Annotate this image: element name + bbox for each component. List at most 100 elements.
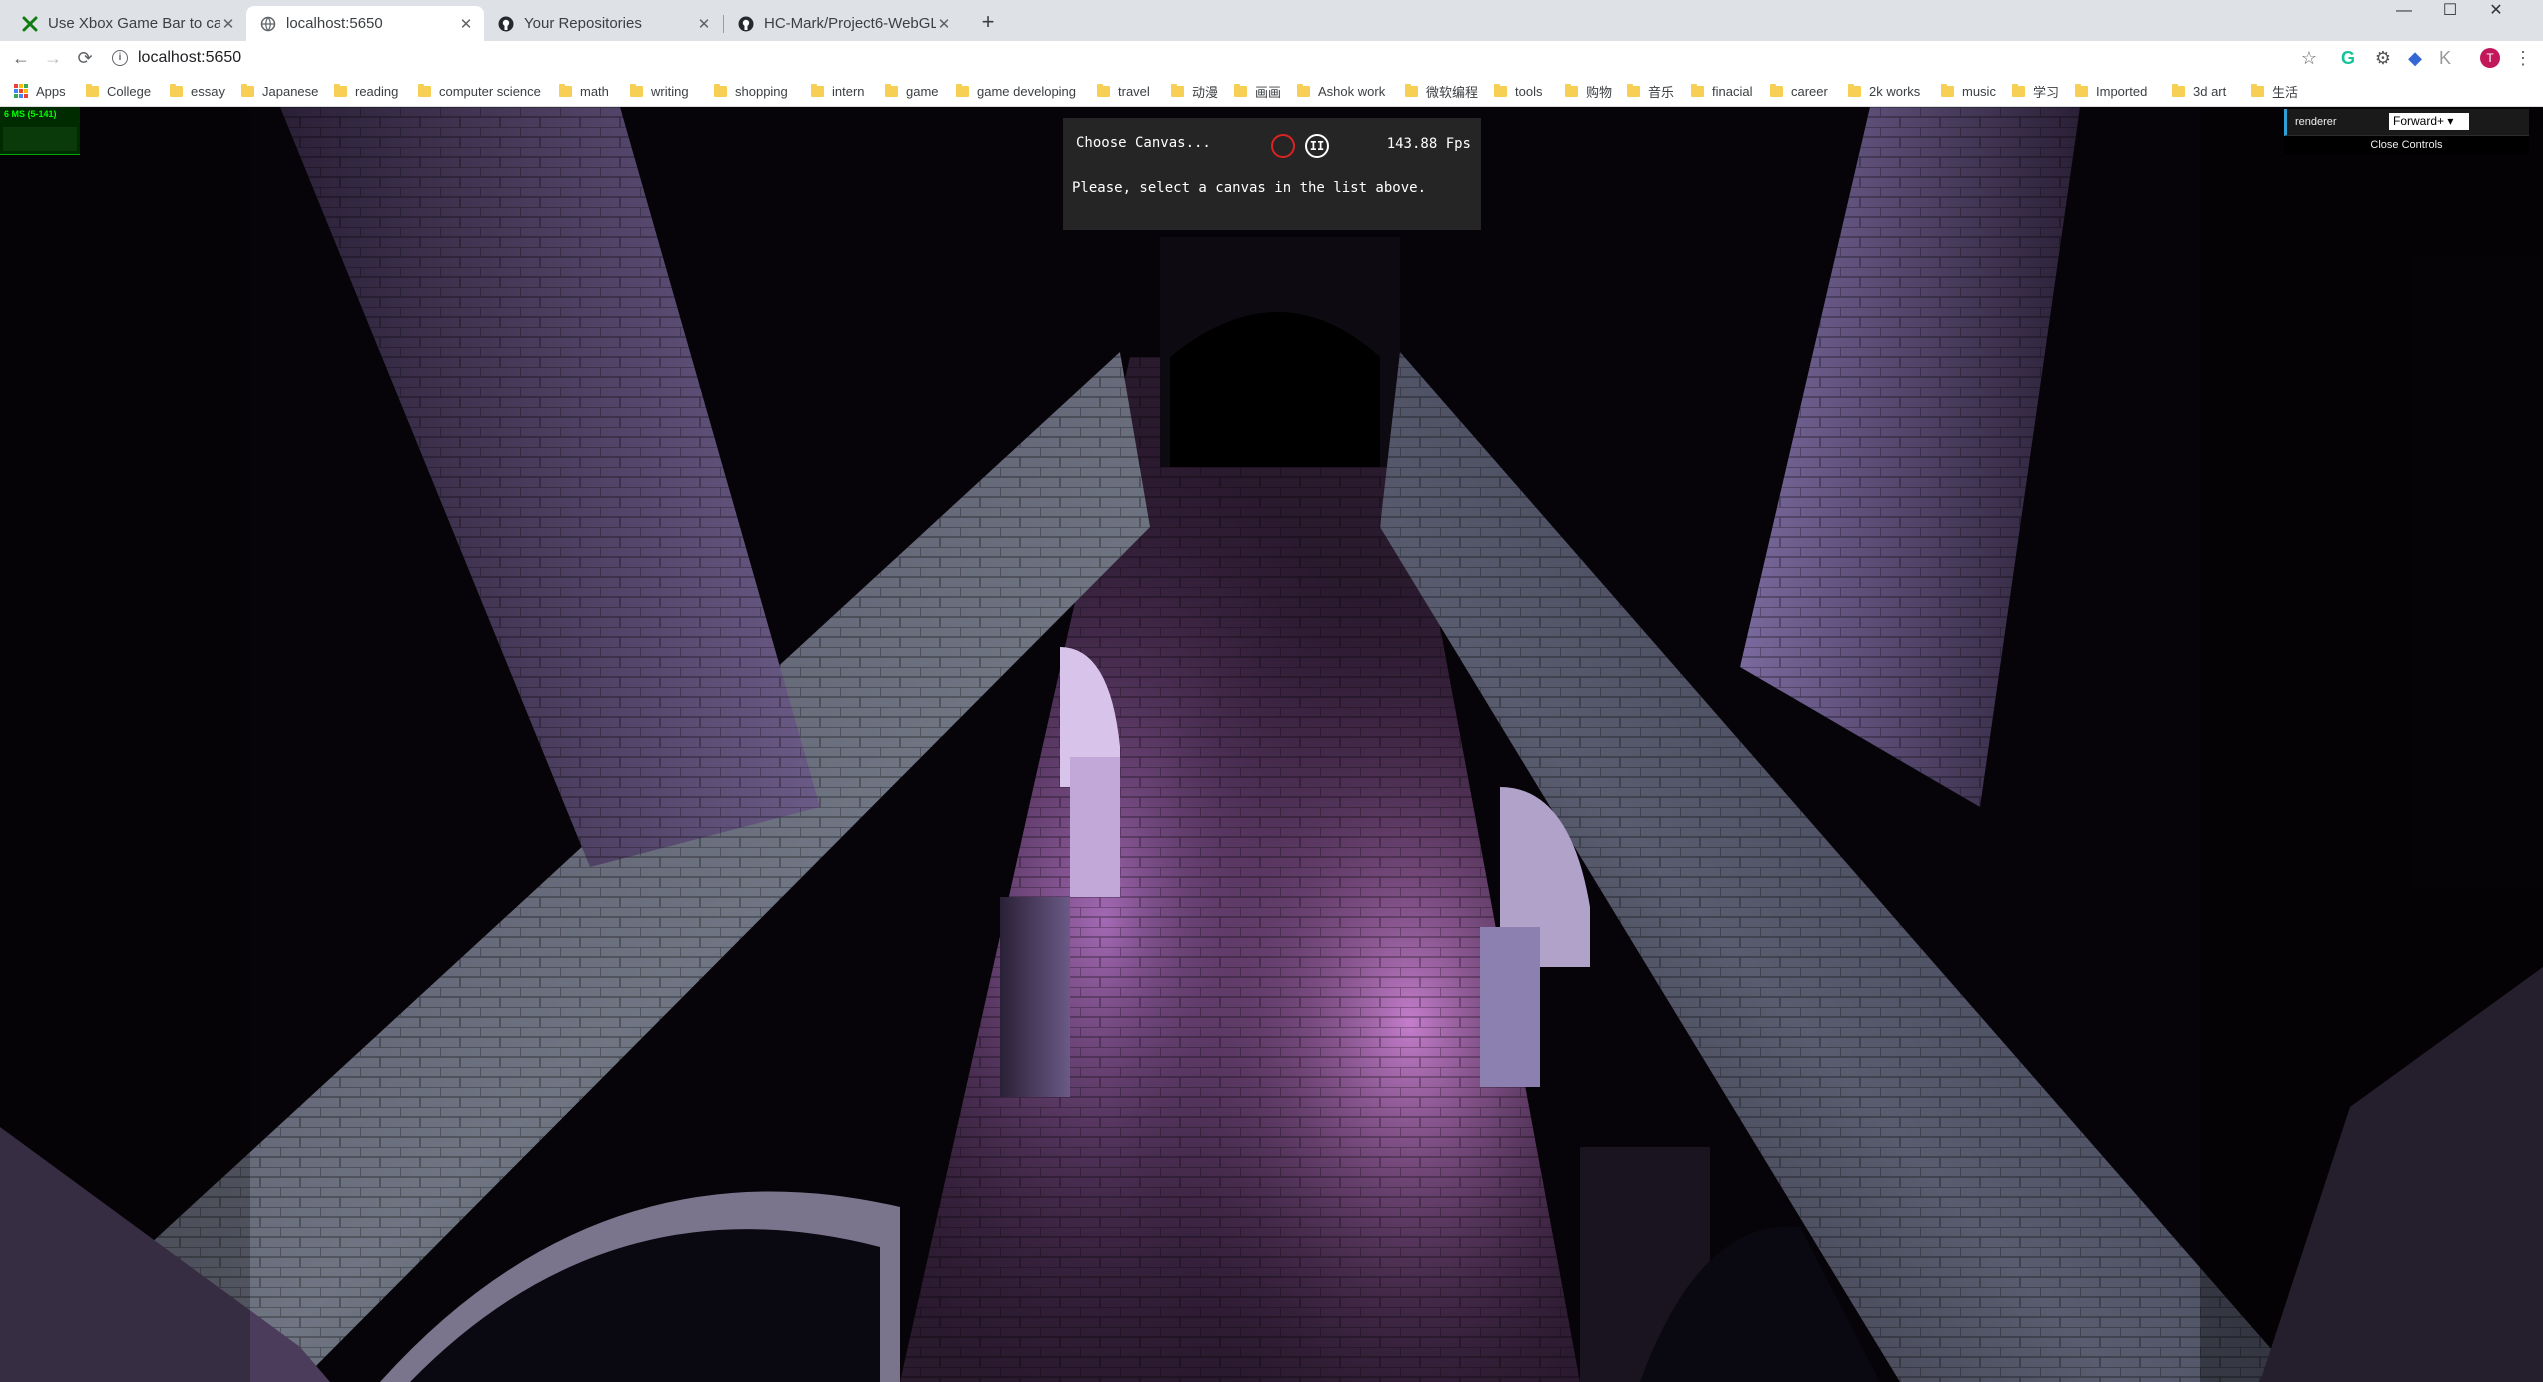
bookmark-folder[interactable]: intern [811,80,865,102]
browser-chrome: Use Xbox Game Bar to captur ✕ localhost:… [0,0,2543,107]
folder-icon [1941,83,1954,97]
tab-project6[interactable]: HC-Mark/Project6-WebGL-Cl ✕ [724,6,962,41]
bookmark-folder[interactable]: Ashok work [1297,80,1385,102]
bookmark-apps[interactable]: Apps [14,80,66,102]
extension-icon[interactable]: ⚙ [2372,47,2394,69]
folder-icon [170,83,183,97]
folder-icon [418,83,431,97]
bookmark-label: computer science [439,83,541,99]
bookmark-folder[interactable]: 生活 [2251,80,2298,102]
bookmark-folder[interactable]: reading [334,80,398,102]
bookmark-folder[interactable]: essay [170,80,225,102]
folder-icon [2075,83,2088,97]
tab-strip: Use Xbox Game Bar to captur ✕ localhost:… [0,0,2543,41]
close-icon[interactable]: ✕ [220,15,236,33]
bookmark-folder[interactable]: 学习 [2012,80,2059,102]
minimize-button[interactable]: — [2381,0,2427,22]
apps-icon [14,84,28,98]
bookmark-label: shopping [735,83,788,99]
folder-icon [1494,83,1507,97]
tab-localhost[interactable]: localhost:5650 ✕ [246,6,484,41]
folder-icon [885,83,898,97]
tab-title: localhost:5650 [286,15,383,32]
bookmark-folder[interactable]: College [86,80,151,102]
maximize-button[interactable]: ☐ [2427,0,2473,22]
close-icon[interactable]: ✕ [458,15,474,33]
close-window-button[interactable]: ✕ [2473,0,2519,22]
grammarly-icon[interactable]: G [2337,47,2359,69]
tab-xbox[interactable]: Use Xbox Game Bar to captur ✕ [8,6,246,41]
bookmark-label: Japanese [262,83,319,99]
xbox-icon [22,16,38,32]
bookmark-folder[interactable]: math [559,80,609,102]
bookmark-label: 画画 [1255,84,1282,100]
bookmark-label: music [1962,83,1996,99]
bookmark-label: 2k works [1869,83,1921,99]
back-button[interactable]: ← [9,47,33,69]
bookmark-folder[interactable]: finacial [1691,80,1752,102]
tab-repositories[interactable]: Your Repositories ✕ [484,6,722,41]
bookmark-label: College [107,83,152,99]
folder-icon [811,83,824,97]
close-controls-button[interactable]: Close Controls [2284,136,2529,154]
bookmark-label: finacial [1712,83,1753,99]
folder-icon [334,83,347,97]
bookmark-label: essay [191,83,225,99]
stats-label: 6 MS (5-141) [4,109,57,119]
bookmark-star-icon[interactable]: ☆ [2298,47,2320,69]
bookmark-folder[interactable]: 购物 [1565,80,1612,102]
bookmark-folder[interactable]: 动漫 [1171,80,1218,102]
bookmark-label: game [906,83,939,99]
webgl-canvas[interactable] [0,107,2543,1382]
bookmark-folder[interactable]: music [1941,80,1996,102]
bookmark-folder[interactable]: Imported [2075,80,2147,102]
bookmark-label: Apps [36,83,66,99]
bookmark-folder[interactable]: game [885,80,939,102]
close-icon[interactable]: ✕ [696,15,712,33]
renderer-control: renderer Forward+ ▾ [2284,109,2529,136]
bookmark-folder[interactable]: travel [1097,80,1150,102]
folder-icon [1770,83,1783,97]
spector-capture-panel: Choose Canvas... II 143.88 Fps Please, s… [1063,118,1481,230]
tab-title: Use Xbox Game Bar to captur [48,15,220,32]
bookmark-folder[interactable]: 3d art [2172,80,2226,102]
bookmark-folder[interactable]: computer science [418,80,541,102]
new-tab-button[interactable]: + [976,11,1000,35]
close-icon[interactable]: ✕ [936,15,952,33]
extension-blue-icon[interactable]: ◆ [2404,47,2426,69]
bookmark-folder[interactable]: 音乐 [1627,80,1674,102]
info-icon[interactable]: i [112,50,128,66]
bookmark-label: travel [1118,83,1150,99]
bookmark-label: career [1791,83,1828,99]
bookmark-folder[interactable]: game developing [956,80,1076,102]
pause-icon[interactable]: II [1305,134,1329,158]
bookmark-folder[interactable]: shopping [714,80,788,102]
globe-icon [260,16,276,32]
bookmark-folder[interactable]: Japanese [241,80,318,102]
bookmark-folder[interactable]: tools [1494,80,1542,102]
bookmark-folder[interactable]: 画画 [1234,80,1281,102]
avatar[interactable]: T [2480,48,2500,68]
folder-icon [1848,83,1861,97]
fps-readout: 143.88 Fps [1386,136,1471,152]
bookmark-label: 购物 [1586,84,1613,100]
bookmark-folder[interactable]: 微软编程 [1405,80,1478,102]
stats-panel[interactable]: 6 MS (5-141) [0,107,80,155]
bookmark-folder[interactable]: writing [630,80,689,102]
bookmark-label: Ashok work [1318,83,1386,99]
choose-canvas-select[interactable]: Choose Canvas... [1076,135,1211,151]
bookmark-folder[interactable]: 2k works [1848,80,1920,102]
address-bar[interactable]: i localhost:5650 [112,44,2302,72]
folder-icon [1691,83,1704,97]
bookmark-label: reading [355,83,399,99]
renderer-select[interactable]: Forward+ ▾ [2389,113,2469,130]
bookmark-folder[interactable]: career [1770,80,1828,102]
folder-icon [2012,83,2025,97]
folder-icon [2251,83,2264,97]
menu-icon[interactable]: ⋮ [2512,47,2534,69]
reload-button[interactable]: ⟳ [73,47,97,69]
forward-button[interactable]: → [41,47,65,69]
extension-gray-icon[interactable]: K [2434,47,2456,69]
record-icon[interactable] [1271,134,1295,158]
folder-icon [1565,83,1578,97]
